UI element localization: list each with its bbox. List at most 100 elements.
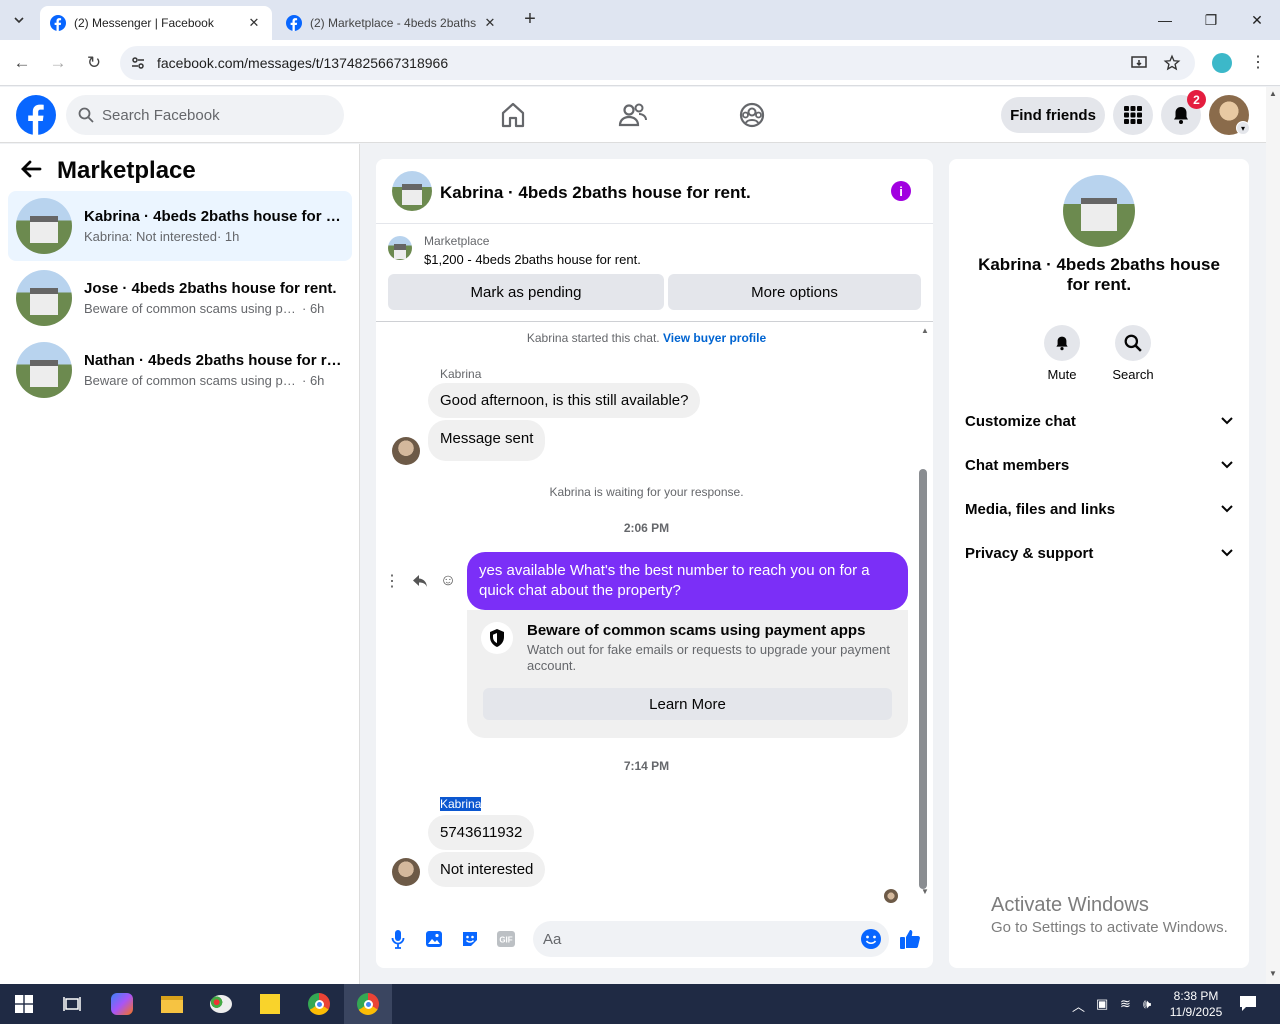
menu-dots-icon[interactable]: ⋮ bbox=[1250, 52, 1266, 72]
close-tab-icon[interactable]: ✕ bbox=[482, 15, 498, 31]
learn-more-button[interactable]: Learn More bbox=[483, 688, 892, 720]
page-scrollbar[interactable]: ▲ ▼ bbox=[1266, 87, 1280, 984]
task-view-button[interactable] bbox=[48, 984, 96, 1024]
incoming-message[interactable]: Not interested bbox=[428, 852, 546, 887]
folder-icon bbox=[161, 995, 183, 1013]
conversation-item[interactable]: Jose · 4beds 2baths house for rent. Bewa… bbox=[8, 263, 352, 333]
profile-icon[interactable] bbox=[1212, 53, 1232, 73]
search-icon bbox=[1124, 334, 1142, 352]
microphone-icon[interactable] bbox=[386, 927, 410, 951]
listing-avatar[interactable] bbox=[1063, 175, 1135, 247]
mark-pending-button[interactable]: Mark as pending bbox=[388, 274, 664, 310]
listing-banner: Marketplace $1,200 - 4beds 2baths house … bbox=[376, 224, 933, 322]
emoji-icon[interactable] bbox=[859, 927, 883, 951]
privacy-support-section[interactable]: Privacy & support bbox=[965, 533, 1233, 573]
conversation-preview: Beware of common scams using payment app… bbox=[84, 301, 302, 316]
waiting-notice: Kabrina is waiting for your response. bbox=[549, 485, 744, 499]
menu-grid-button[interactable] bbox=[1113, 95, 1153, 135]
sender-avatar[interactable] bbox=[392, 858, 420, 886]
minimize-icon[interactable]: — bbox=[1150, 8, 1180, 32]
paint-app-button[interactable] bbox=[197, 984, 245, 1024]
scroll-up-icon[interactable]: ▲ bbox=[921, 326, 929, 335]
listing-thumbnail[interactable] bbox=[388, 236, 412, 260]
message-composer: GIF Aa bbox=[376, 909, 933, 968]
notification-badge: 2 bbox=[1187, 90, 1206, 109]
site-info-icon[interactable] bbox=[130, 55, 146, 71]
close-tab-icon[interactable]: ✕ bbox=[246, 15, 262, 31]
tray-overflow-icon[interactable]: ︿ bbox=[1072, 996, 1085, 1015]
chat-avatar[interactable] bbox=[392, 171, 432, 211]
back-icon[interactable]: ← bbox=[9, 50, 35, 76]
find-friends-button[interactable]: Find friends bbox=[1001, 97, 1105, 133]
system-clock[interactable]: 8:38 PM 11/9/2025 bbox=[1163, 988, 1229, 1020]
file-explorer-button[interactable] bbox=[148, 984, 196, 1024]
chat-members-section[interactable]: Chat members bbox=[965, 445, 1233, 485]
info-icon[interactable]: i bbox=[891, 181, 911, 201]
outgoing-message[interactable]: yes available What's the best number to … bbox=[467, 552, 908, 610]
clock-time: 8:38 PM bbox=[1173, 989, 1219, 1003]
start-button[interactable] bbox=[0, 984, 48, 1024]
install-app-icon[interactable] bbox=[1130, 54, 1148, 72]
sticker-icon[interactable] bbox=[458, 927, 482, 951]
message-input[interactable]: Aa bbox=[533, 921, 889, 957]
chat-pane: Kabrina · 4beds 2baths house for rent. i… bbox=[376, 159, 933, 968]
react-emoji-icon[interactable]: ☺ bbox=[436, 569, 460, 593]
groups-icon[interactable] bbox=[736, 99, 768, 131]
volume-icon[interactable]: 🕪 bbox=[1143, 996, 1151, 1012]
new-tab-button[interactable]: + bbox=[518, 9, 542, 30]
chevron-down-icon bbox=[1221, 417, 1233, 425]
view-buyer-profile-link[interactable]: View buyer profile bbox=[663, 331, 766, 345]
like-thumb-icon[interactable] bbox=[898, 927, 922, 951]
clock-date: 11/9/2025 bbox=[1169, 1005, 1223, 1019]
facebook-search-input[interactable]: Search Facebook bbox=[66, 95, 344, 135]
marketplace-conversations-pane: Marketplace Kabrina · 4beds 2baths house… bbox=[0, 144, 360, 984]
conversation-name: Nathan · 4beds 2baths house for rent. bbox=[84, 352, 344, 369]
more-actions-icon[interactable]: ⋮ bbox=[380, 569, 404, 593]
scrollbar-thumb[interactable] bbox=[919, 469, 927, 889]
url-text: facebook.com/messages/t/1374825667318966 bbox=[157, 55, 449, 71]
bookmark-star-icon[interactable] bbox=[1163, 54, 1181, 72]
media-files-links-section[interactable]: Media, files and links bbox=[965, 489, 1233, 529]
tab-marketplace[interactable]: (2) Marketplace - 4beds 2baths ✕ bbox=[276, 6, 508, 40]
forward-icon[interactable]: → bbox=[45, 50, 71, 76]
sticky-notes-button[interactable] bbox=[246, 984, 294, 1024]
incoming-message[interactable]: 5743611932 bbox=[428, 815, 535, 850]
chevron-down-icon bbox=[1221, 505, 1233, 513]
chrome-button[interactable] bbox=[295, 984, 343, 1024]
search-chat-button[interactable]: Search bbox=[1103, 325, 1163, 382]
restore-icon[interactable]: ❐ bbox=[1196, 8, 1226, 32]
incoming-message[interactable]: Good afternoon, is this still available? bbox=[428, 383, 701, 418]
notification-center-icon[interactable] bbox=[1238, 994, 1258, 1012]
listing-description[interactable]: $1,200 - 4beds 2baths house for rent. bbox=[424, 252, 641, 267]
photo-icon[interactable] bbox=[422, 927, 446, 951]
wifi-icon[interactable]: ≋ bbox=[1120, 996, 1131, 1012]
bell-icon bbox=[1174, 107, 1188, 124]
copilot-button[interactable] bbox=[98, 984, 146, 1024]
back-arrow-icon[interactable] bbox=[20, 160, 42, 178]
chrome-active-button[interactable] bbox=[344, 984, 392, 1024]
browser-tab-bar: (2) Messenger | Facebook ✕ (2) Marketpla… bbox=[0, 0, 1280, 40]
close-window-icon[interactable]: ✕ bbox=[1242, 8, 1272, 32]
sender-avatar[interactable] bbox=[392, 437, 420, 465]
address-bar[interactable]: facebook.com/messages/t/1374825667318966 bbox=[120, 46, 1195, 80]
chat-info-name: Kabrina · 4beds 2baths house for rent. bbox=[978, 255, 1220, 294]
mute-button[interactable]: Mute bbox=[1032, 325, 1092, 382]
chat-title[interactable]: Kabrina · 4beds 2baths house for rent. bbox=[440, 183, 751, 203]
conversation-item[interactable]: Nathan · 4beds 2baths house for rent. Be… bbox=[8, 335, 352, 405]
customize-chat-section[interactable]: Customize chat bbox=[965, 401, 1233, 441]
facebook-logo-icon[interactable] bbox=[16, 95, 56, 135]
gif-icon[interactable]: GIF bbox=[494, 927, 518, 951]
chevron-down-icon[interactable]: ▾ bbox=[1236, 121, 1250, 135]
facebook-header: Search Facebook Find friends bbox=[0, 87, 1266, 143]
friends-icon[interactable] bbox=[617, 99, 649, 131]
reload-icon[interactable]: ↻ bbox=[81, 50, 107, 76]
activate-windows-title: Activate Windows bbox=[991, 894, 1149, 916]
reply-icon[interactable] bbox=[408, 569, 432, 593]
home-icon[interactable] bbox=[497, 99, 529, 131]
tab-messenger[interactable]: (2) Messenger | Facebook ✕ bbox=[40, 6, 272, 40]
incoming-message[interactable]: Message sent bbox=[428, 420, 546, 461]
tab-search-icon[interactable] bbox=[6, 8, 32, 32]
conversation-item[interactable]: Kabrina · 4beds 2baths house for rent. K… bbox=[8, 191, 352, 261]
meet-now-icon[interactable]: ▣ bbox=[1096, 996, 1108, 1012]
more-options-button[interactable]: More options bbox=[668, 274, 921, 310]
